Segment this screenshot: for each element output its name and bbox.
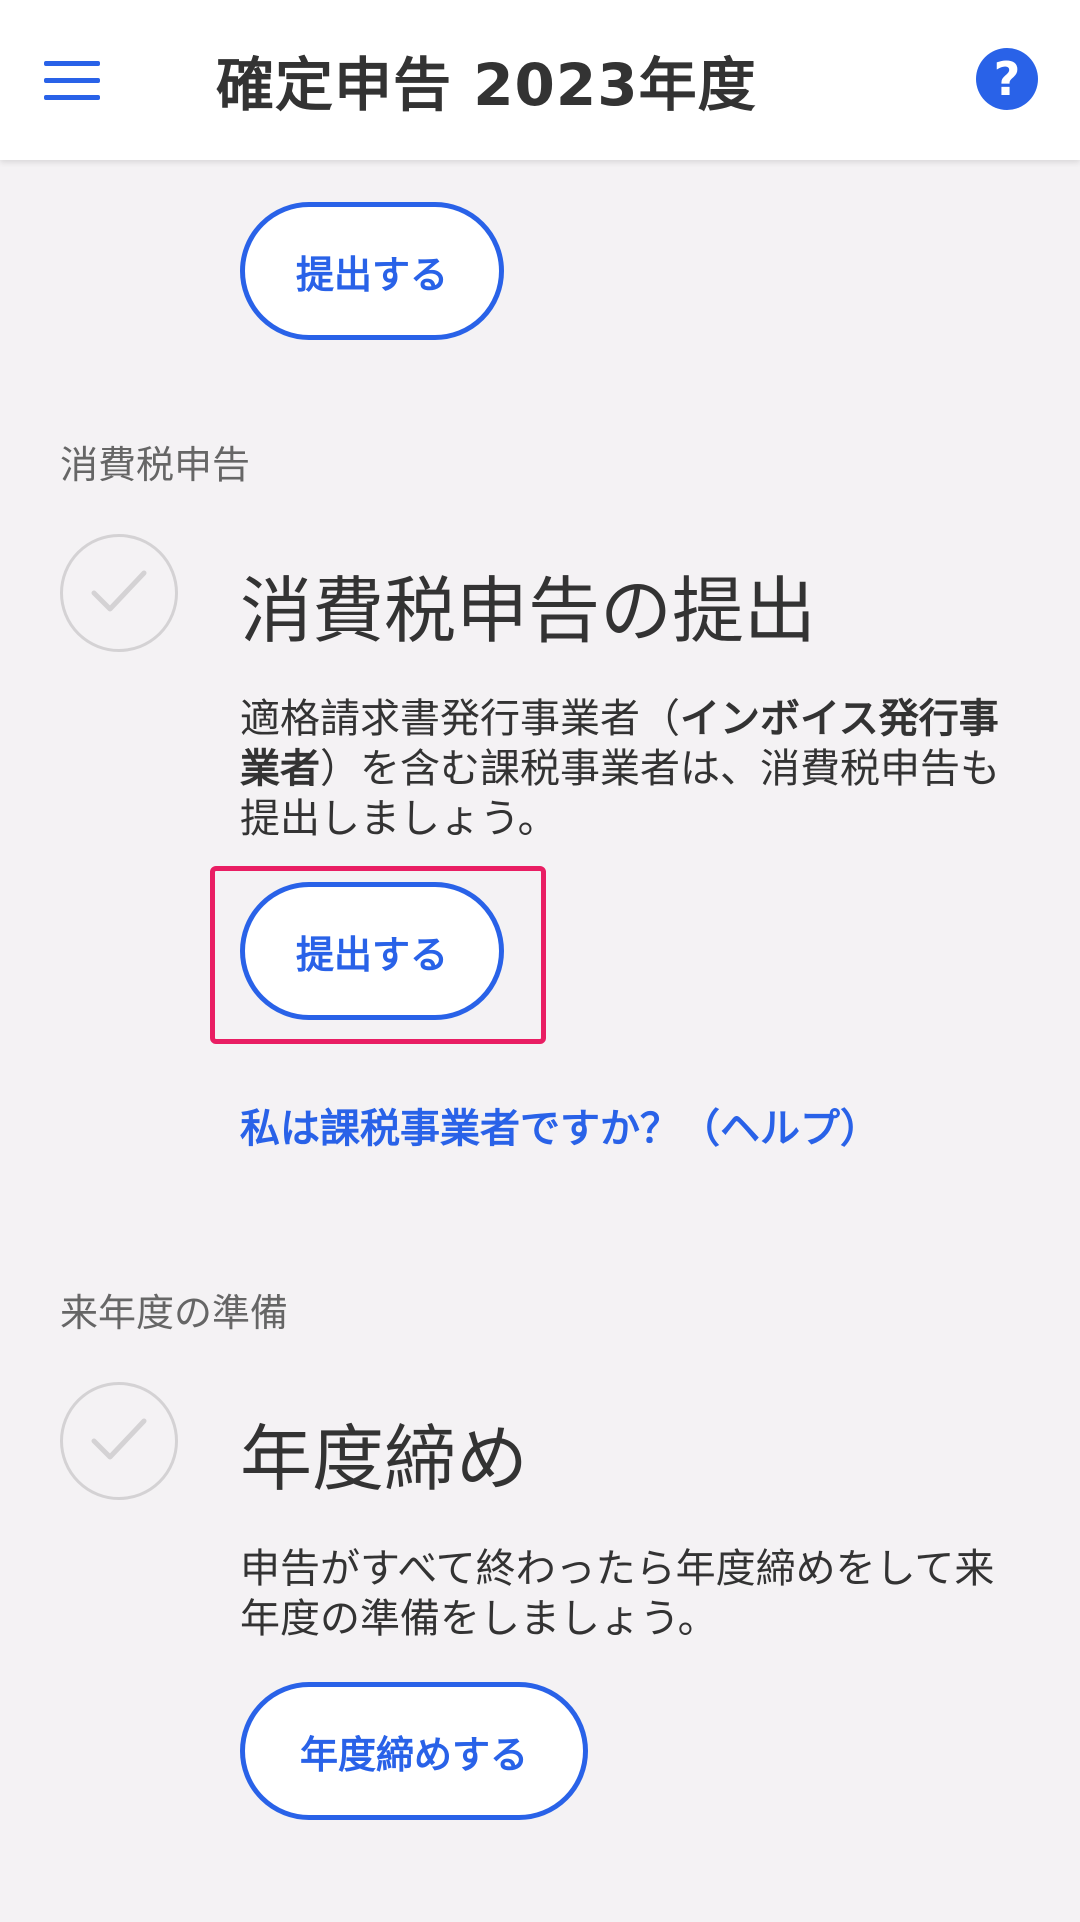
help-icon[interactable]: ?: [976, 48, 1038, 110]
submit-button-income-tax[interactable]: 提出する: [240, 202, 504, 340]
task-title-consumption-tax: 消費税申告の提出: [240, 569, 817, 653]
task-status-check-icon: [60, 1382, 178, 1500]
task-status-check-icon: [60, 534, 178, 652]
section-label-next-year: 来年度の準備: [60, 1291, 289, 1335]
page-title: 確定申告 2023年度: [216, 51, 757, 119]
app-header: 確定申告 2023年度 ?: [0, 0, 1080, 160]
section-label-consumption-tax: 消費税申告: [60, 443, 251, 487]
task-title-year-close: 年度締め: [240, 1417, 529, 1501]
description-text: 適格請求書発行事業者（: [240, 696, 680, 742]
hamburger-menu-icon[interactable]: [44, 44, 124, 116]
app-screen: 確定申告 2023年度 ? 提出する 消費税申告 消費税申告の提出 適格請求書発…: [0, 0, 1080, 1922]
submit-button-consumption-tax[interactable]: 提出する: [240, 882, 504, 1020]
year-close-button[interactable]: 年度締めする: [240, 1682, 588, 1820]
taxable-business-help-link[interactable]: 私は課税事業者ですか？（ヘルプ）: [240, 1096, 880, 1154]
task-description-consumption-tax: 適格請求書発行事業者（インボイス発行事業者）を含む課税事業者は、消費税申告も提出…: [240, 694, 1010, 844]
task-description-year-close: 申告がすべて終わったら年度締めをして来年度の準備をしましょう。: [240, 1546, 995, 1642]
description-text: ）を含む課税事業者は、消費税申告も提出しましょう。: [240, 746, 1000, 842]
